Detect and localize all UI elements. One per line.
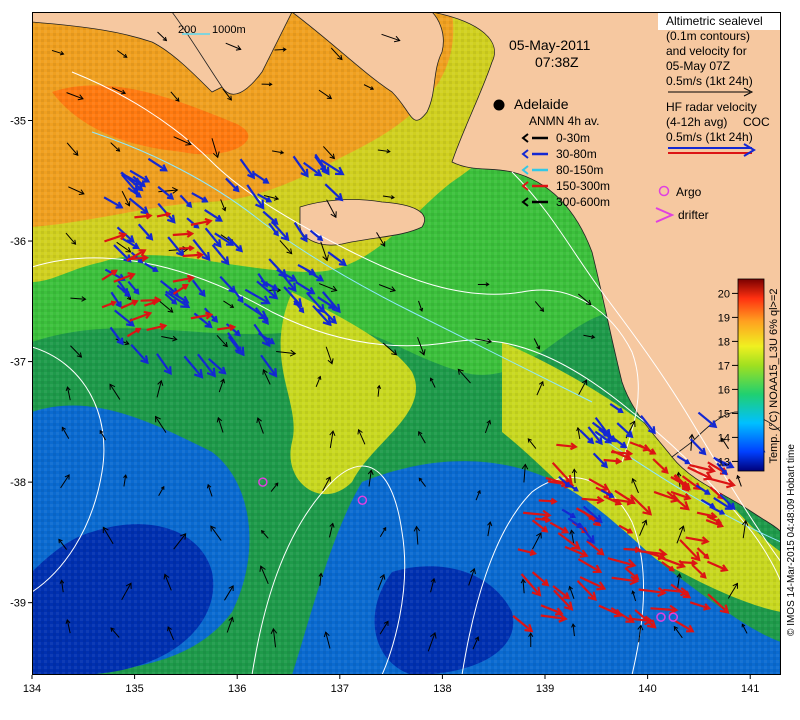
legend-hf-tag: COC — [743, 115, 770, 129]
x-tick-label: 138 — [433, 683, 451, 695]
colorbar-tick-label: 15 — [718, 408, 730, 420]
y-axis-ticks: -35 -36 -37 -38 -39 — [10, 115, 32, 610]
legend-hf-line1: HF radar velocity — [666, 100, 757, 114]
argo-legend-label: Argo — [676, 185, 702, 199]
map-date: 05-May-2011 — [509, 37, 591, 53]
scale-label-200: 200 — [178, 24, 196, 36]
colorbar-tick-label: 18 — [718, 336, 730, 348]
anmn-legend-label: 300-600m — [556, 195, 610, 209]
colorbar-tick-label: 19 — [718, 312, 730, 324]
velocity-arrow — [274, 48, 286, 51]
scale-label-1000m: 1000m — [212, 24, 246, 36]
x-tick-label: 134 — [23, 683, 41, 695]
legend-altimetry-line4: 05-May 07Z — [666, 59, 730, 73]
legend-altimetry-line5: 0.5m/s (1kt 24h) — [666, 74, 753, 88]
x-tick-label: 140 — [638, 683, 656, 695]
anmn-legend-label: 150-300m — [556, 179, 610, 193]
y-tick-label: -39 — [10, 598, 26, 610]
colorbar-tick-label: 20 — [718, 288, 730, 300]
map-canvas: Adelaide 200 1000m 05-May-2011 07:38Z Al… — [32, 12, 781, 675]
x-tick-label: 136 — [228, 683, 246, 695]
map-plot-area: Adelaide 200 1000m 05-May-2011 07:38Z Al… — [32, 12, 781, 675]
colorbar-tick-label: 13 — [718, 456, 730, 468]
colorbar-tick-label: 14 — [718, 432, 730, 444]
colorbar-tick-label: 16 — [718, 384, 730, 396]
map-time: 07:38Z — [535, 54, 579, 70]
y-tick-label: -37 — [10, 357, 26, 369]
x-tick-label: 139 — [536, 683, 554, 695]
y-tick-label: -35 — [10, 115, 26, 127]
colorbar-tick-label: 17 — [718, 360, 730, 372]
anmn-legend-label: 80-150m — [556, 163, 603, 177]
anmn-legend-label: 0-30m — [556, 131, 590, 145]
x-tick-label: 137 — [331, 683, 349, 695]
adelaide-marker — [493, 99, 505, 111]
legend-altimetry-line1: Altimetric sealevel — [666, 14, 763, 28]
anmn-legend-label: 30-80m — [556, 147, 597, 161]
legend-altimetry-line3: and velocity for — [666, 44, 747, 58]
credit-text: © IMOS 14-Mar-2015 04:48:09 Hobart time — [786, 444, 797, 636]
y-tick-label: -36 — [10, 236, 26, 248]
y-tick-label: -38 — [10, 477, 26, 489]
x-tick-label: 141 — [741, 683, 759, 695]
legend-hf-line3: 0.5m/s (1kt 24h) — [666, 130, 753, 144]
legend-hf-line2: (4-12h avg) — [666, 115, 727, 129]
x-axis-ticks: 134 135 136 137 138 139 140 141 — [23, 675, 759, 695]
colorbar-label: Temp. (°C) NOAA15_L3U 6% ql>=2 — [768, 289, 780, 464]
legend-altimetry-line2: (0.1m contours) — [666, 29, 750, 43]
drifter-legend-label: drifter — [678, 208, 709, 222]
adelaide-label: Adelaide — [514, 96, 569, 112]
x-tick-label: 135 — [125, 683, 143, 695]
legend-anmn-title: ANMN 4h av. — [529, 114, 599, 128]
